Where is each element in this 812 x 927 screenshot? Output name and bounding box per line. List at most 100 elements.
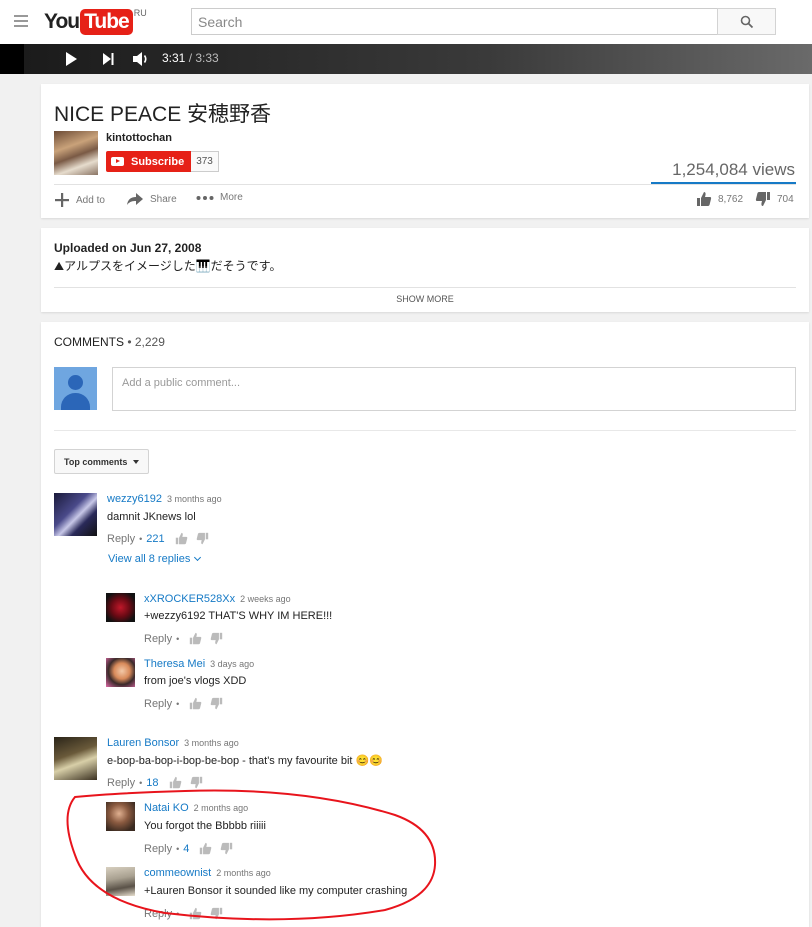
- next-icon[interactable]: [102, 52, 114, 66]
- search-input[interactable]: Search: [191, 8, 718, 35]
- comment-avatar[interactable]: [106, 593, 135, 622]
- thumbs-down-icon[interactable]: [210, 907, 223, 920]
- reply-button[interactable]: Reply: [144, 908, 172, 920]
- time-display: 3:31 / 3:33: [162, 51, 219, 65]
- comment-text: from joe's vlogs XDD: [144, 675, 247, 687]
- thumbs-up-icon[interactable]: [169, 776, 182, 789]
- channel-name[interactable]: kintottochan: [106, 132, 172, 144]
- thumbs-up-icon[interactable]: [175, 532, 188, 545]
- comment-time[interactable]: 2 weeks ago: [240, 594, 291, 604]
- comment-like-count: 18: [146, 776, 159, 789]
- comment-author[interactable]: Natai KO: [144, 802, 189, 814]
- chevron-down-icon: [194, 553, 202, 562]
- comment-time[interactable]: 2 months ago: [216, 868, 271, 878]
- reply-button[interactable]: Reply: [107, 533, 135, 545]
- comment-time[interactable]: 3 months ago: [184, 738, 239, 748]
- plus-icon: [55, 193, 69, 207]
- comment-avatar[interactable]: [106, 802, 135, 831]
- divider: [54, 287, 796, 288]
- reply-button[interactable]: Reply: [144, 843, 172, 855]
- thumbs-down-icon[interactable]: [196, 532, 209, 545]
- dislike-button[interactable]: 704: [755, 191, 794, 207]
- show-more-button[interactable]: SHOW MORE: [41, 294, 809, 304]
- separator-dot: •: [176, 698, 180, 709]
- comment-text: You forgot the Bbbbb riiiii: [144, 820, 266, 832]
- separator-dot: •: [176, 843, 180, 854]
- reply-button[interactable]: Reply: [107, 777, 135, 789]
- like-count: 8,762: [718, 193, 744, 205]
- more-icon: [196, 195, 214, 200]
- comment-avatar[interactable]: [106, 658, 135, 687]
- comment-author[interactable]: Theresa Mei: [144, 658, 205, 670]
- comment-time[interactable]: 3 days ago: [210, 659, 254, 669]
- logo-region: RU: [133, 8, 147, 18]
- separator-dot: •: [139, 533, 143, 544]
- view-all-replies-button[interactable]: View all 8 replies: [108, 553, 202, 565]
- volume-icon[interactable]: [132, 51, 150, 67]
- reply-item: xXROCKER528Xx 2 weeks ago +wezzy6192 THAT…: [106, 593, 796, 653]
- like-button[interactable]: 8,762: [696, 191, 743, 207]
- separator-dot: •: [139, 777, 143, 788]
- thumbs-down-icon[interactable]: [220, 842, 233, 855]
- reply-item: Natai KO 2 months ago You forgot the Bbbb…: [106, 802, 796, 862]
- divider: [54, 184, 796, 185]
- comment-text: +Lauren Bonsor it sounded like my comput…: [144, 885, 408, 897]
- search-button[interactable]: [717, 8, 776, 35]
- share-button[interactable]: Share: [126, 192, 177, 206]
- comment-text: +wezzy6192 THAT'S WHY IM HERE!!!: [144, 610, 333, 622]
- comment-author-line: Theresa Mei 3 days ago: [144, 658, 254, 670]
- comment-time[interactable]: 2 months ago: [194, 803, 249, 813]
- comment-actions: Reply •: [144, 907, 231, 920]
- reply-item: Theresa Mei 3 days ago from joe's vlogs X…: [106, 658, 796, 718]
- thumbs-up-icon[interactable]: [199, 842, 212, 855]
- view-all-replies-label: View all 8 replies: [108, 553, 191, 565]
- comment-avatar[interactable]: [54, 493, 97, 536]
- more-label: More: [220, 192, 243, 203]
- more-button[interactable]: More: [196, 192, 243, 203]
- comment-author[interactable]: xXROCKER528Xx: [144, 593, 235, 605]
- comment-author[interactable]: wezzy6192: [107, 493, 162, 505]
- subscribe-label-wrap[interactable]: Subscribe: [106, 151, 192, 172]
- menu-icon[interactable]: [14, 15, 28, 27]
- comment-avatar[interactable]: [106, 867, 135, 896]
- comment-author[interactable]: Lauren Bonsor: [107, 737, 179, 749]
- comments-title: COMMENTS: [54, 335, 124, 349]
- comment-actions: Reply •: [144, 632, 231, 645]
- add-to-label: Add to: [76, 194, 105, 206]
- comment-time[interactable]: 3 months ago: [167, 494, 222, 504]
- comment-author[interactable]: commeownist: [144, 867, 211, 879]
- sort-comments-button[interactable]: Top comments: [54, 449, 150, 474]
- comment-input[interactable]: Add a public comment...: [112, 367, 796, 411]
- logo-you: You: [44, 10, 80, 33]
- channel-avatar[interactable]: [54, 131, 98, 175]
- reply-button[interactable]: Reply: [144, 698, 172, 710]
- separator-dot: •: [176, 633, 180, 644]
- dislike-count: 704: [777, 193, 794, 205]
- comment-like-count: 221: [146, 532, 165, 545]
- thumbs-down-icon[interactable]: [190, 776, 203, 789]
- comment-avatar[interactable]: [54, 737, 97, 780]
- player-controls: 3:31 / 3:33: [0, 44, 812, 74]
- description-card: Uploaded on Jun 27, 2008 ⛰アルプスをイメージした🎹だそ…: [41, 228, 809, 312]
- thumbs-up-icon[interactable]: [189, 632, 202, 645]
- video-title: NICE PEACE 安穂野香: [54, 103, 272, 126]
- subscribe-button[interactable]: Subscribe 373: [106, 151, 219, 172]
- comment-text: damnit JKnews lol: [107, 511, 196, 523]
- reply-button[interactable]: Reply: [144, 633, 172, 645]
- add-to-button[interactable]: Add to: [54, 192, 105, 208]
- youtube-logo[interactable]: You Tube RU: [44, 8, 147, 35]
- reply-item: commeownist 2 months ago +Lauren Bonsor i…: [106, 867, 796, 927]
- thumbs-down-icon[interactable]: [210, 697, 223, 710]
- thumbs-up-icon[interactable]: [189, 697, 202, 710]
- logo-tube: Tube: [80, 9, 133, 35]
- divider: [54, 430, 796, 431]
- view-count: 1,254,084 views: [672, 160, 795, 179]
- comment-author-line: xXROCKER528Xx 2 weeks ago: [144, 593, 291, 605]
- play-icon[interactable]: [66, 52, 77, 66]
- thumbs-down-icon[interactable]: [210, 632, 223, 645]
- comment-like-count: 4: [183, 842, 190, 855]
- thumbs-up-icon[interactable]: [189, 907, 202, 920]
- youtube-icon: [111, 157, 124, 166]
- current-time: 3:31: [162, 51, 186, 65]
- comment-author-line: wezzy6192 3 months ago: [107, 493, 222, 505]
